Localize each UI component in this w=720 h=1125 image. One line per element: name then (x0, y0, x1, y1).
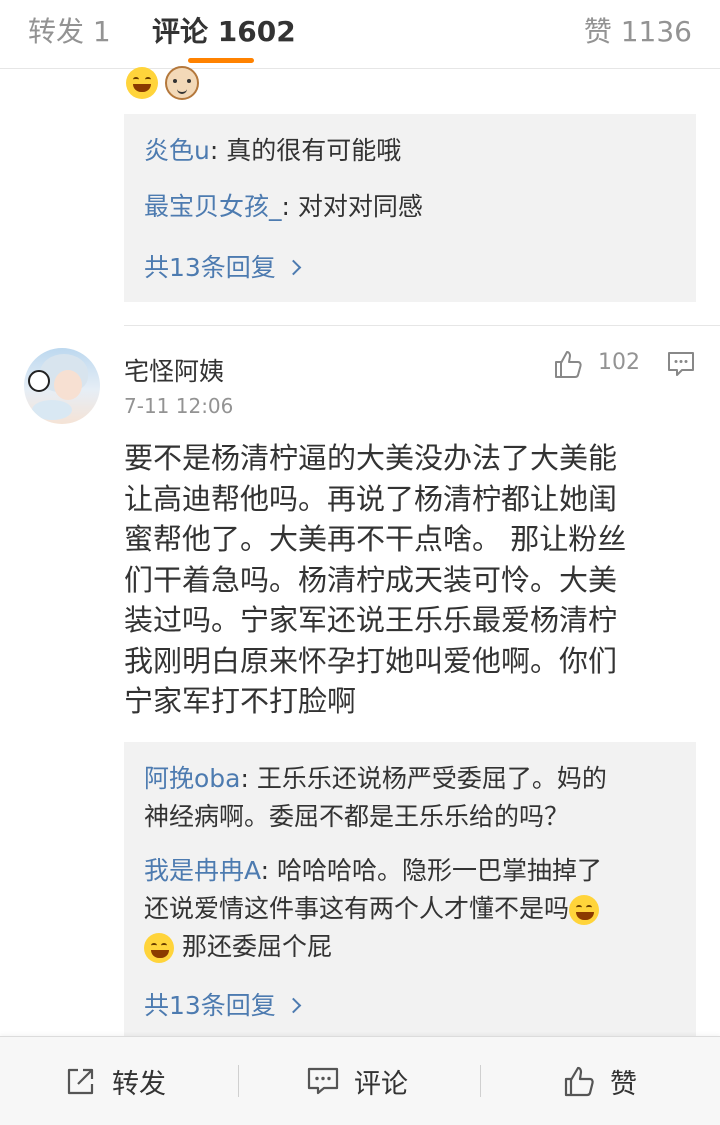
laugh-emoji-icon (126, 67, 158, 99)
tab-bar: 转发 1 评论 1602 赞 1136 (0, 0, 720, 69)
more-replies-link[interactable]: 共13条回复 (144, 248, 302, 284)
like-button[interactable]: 赞 (562, 1037, 637, 1125)
reply-username[interactable]: 炎色u (144, 136, 210, 165)
thumbs-up-icon (564, 1066, 594, 1097)
tab-comment[interactable]: 评论 1602 (152, 10, 296, 50)
previous-comment-emoji (126, 66, 201, 102)
laugh-emoji-icon (144, 933, 174, 963)
bottom-action-bar: 转发 评论 赞 (0, 1036, 720, 1125)
reply-item: 炎色u: 真的很有可能哦 (144, 132, 676, 170)
comment-icon (307, 1067, 339, 1095)
comment-reply-button[interactable] (666, 349, 696, 383)
comment-text: 要不是杨清柠逼的大美没办法了大美能 让高迪帮他吗。再说了杨清柠都让她闺 蜜帮他了… (124, 441, 627, 718)
reply-item: 我是冉冉A: 哈哈哈哈。隐形一巴掌抽掉了 还说爱情这件事这有两个人才懂不是吗 那… (144, 852, 676, 966)
divider (480, 1065, 481, 1097)
more-replies-label: 共13条回复 (144, 991, 276, 1020)
tab-like[interactable]: 赞 1136 (584, 10, 692, 50)
like-label: 赞 (610, 1068, 637, 1100)
reply-username[interactable]: 阿挽oba (144, 764, 241, 793)
thumbs-up-icon (555, 351, 582, 378)
reply-username[interactable]: 最宝贝女孩_ (144, 192, 282, 221)
laugh-emoji-icon (569, 895, 600, 925)
chevron-right-icon (285, 997, 302, 1013)
reply-username[interactable]: 我是冉冉A (144, 856, 261, 885)
reply-box[interactable]: 炎色u: 真的很有可能哦 最宝贝女孩_: 对对对同感 共13条回复 (124, 114, 696, 302)
reply-text: 那还委屈个屁 (174, 932, 332, 961)
reply-item: 阿挽oba: 王乐乐还说杨严受委屈了。妈的 神经病啊。委屈不都是王乐乐给的吗？ (144, 760, 676, 836)
tab-repost[interactable]: 转发 1 (28, 10, 111, 50)
more-replies-label: 共13条回复 (144, 253, 276, 282)
reply-item: 最宝贝女孩_: 对对对同感 (144, 188, 676, 226)
reply-text: : 对对对同感 (281, 192, 423, 221)
reply-text: : 真的很有可能哦 (209, 136, 402, 165)
comment-username[interactable]: 宅怪阿姨 (124, 352, 224, 388)
comment-label: 评论 (354, 1068, 408, 1100)
comment-like-count: 102 (598, 350, 640, 375)
comment-button[interactable]: 评论 (306, 1037, 408, 1125)
active-tab-indicator (188, 58, 254, 63)
comment-divider (124, 325, 720, 326)
divider (238, 1065, 239, 1097)
cat-emoji-icon (165, 66, 200, 100)
more-replies-link[interactable]: 共13条回复 (144, 986, 302, 1022)
chevron-right-icon (285, 259, 302, 275)
share-icon (67, 1068, 94, 1095)
comment-icon (668, 352, 694, 376)
reply-box[interactable]: 阿挽oba: 王乐乐还说杨严受委屈了。妈的 神经病啊。委屈不都是王乐乐给的吗？ … (124, 742, 696, 1038)
repost-button[interactable]: 转发 (64, 1037, 166, 1125)
repost-label: 转发 (112, 1068, 166, 1100)
comment-time: 7-11 12:06 (124, 394, 234, 418)
avatar[interactable] (24, 348, 100, 424)
comment-like-button[interactable] (552, 348, 584, 380)
